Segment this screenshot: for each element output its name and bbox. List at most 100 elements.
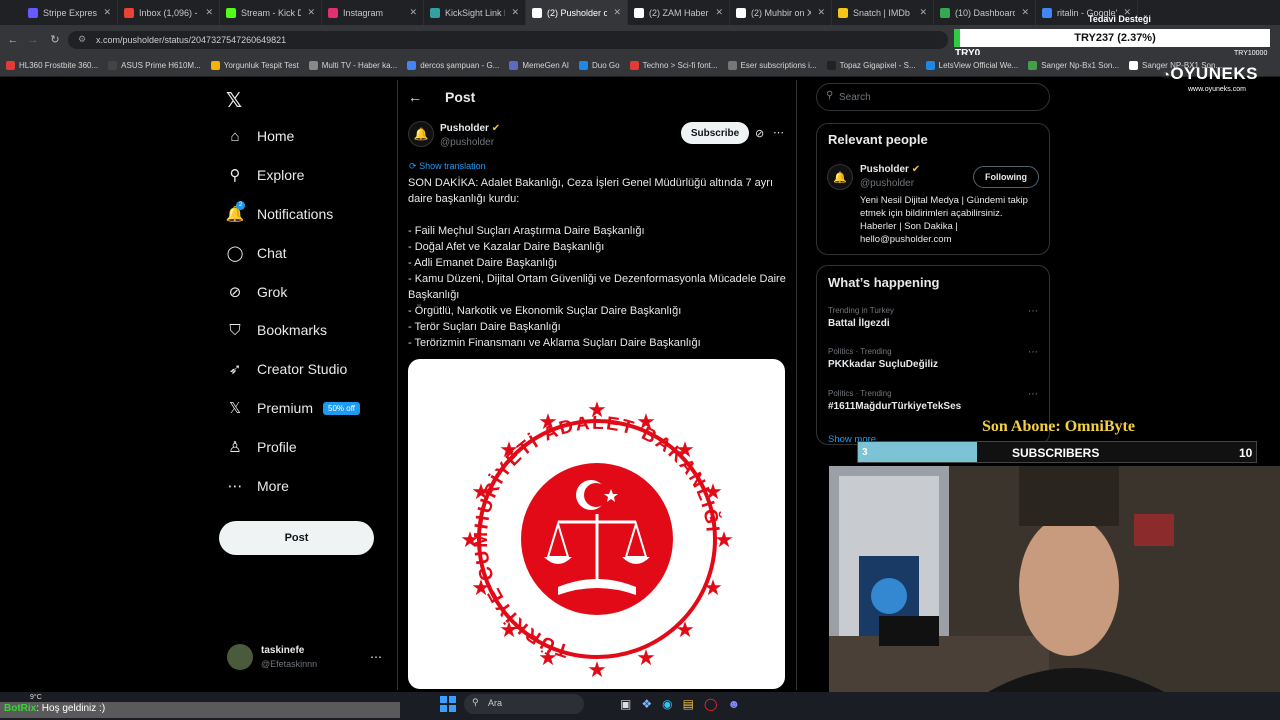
tab-close-icon[interactable]: ✕ [715,7,723,18]
browser-tab[interactable]: Instagram ✕ [322,0,424,25]
sidebar-item-grok[interactable]: ⊘ Grok [226,283,288,301]
trend-item[interactable]: Trending in Turkey Battal İlgezdi ⋯ [828,306,1040,329]
browser-tab[interactable]: Stripe Express ✕ [0,0,118,25]
forward-icon[interactable]: → [24,31,42,49]
copilot-icon[interactable]: ❖ [641,697,652,711]
bookmark-item[interactable]: Duo Go [579,61,620,70]
windows-start-icon[interactable] [440,696,456,712]
bookmark-label: Yorgunluk Tespit Test [223,61,299,70]
post-more-icon[interactable]: ⋯ [773,126,784,139]
bookmark-label: Eser subscriptions i... [740,61,817,70]
creator-studio-icon: ➶ [228,361,242,378]
sidebar-item-chat[interactable]: ◯ Chat [226,244,287,262]
opera-icon[interactable]: ◯ [704,697,717,711]
sidebar-item-label: Grok [257,284,288,300]
following-button[interactable]: Following [973,166,1039,188]
bookmark-label: Sanger Np-Bx1 Son... [1041,61,1120,70]
profile-icon: ♙ [228,439,242,456]
edge-icon[interactable]: ◉ [662,697,672,711]
bookmark-item[interactable]: MemeGen AI [509,61,569,70]
sidebar-item-label: Explore [257,167,305,183]
avatar[interactable] [227,644,253,670]
author-avatar[interactable]: 🔔 [408,121,434,147]
browser-tab[interactable]: (2) Muhbir on X: ✕ [730,0,832,25]
author-name[interactable]: Pusholder ✔ [440,123,500,134]
bookmark-favicon-icon [826,61,836,70]
bookmark-item[interactable]: LetsView Official We... [925,61,1018,70]
bookmark-label: Duo Go [592,61,620,70]
trend-item[interactable]: Politics · Trending PKKkadar SuçluDeğiliz… [828,347,1040,370]
bookmark-item[interactable]: Yorgunluk Tespit Test [210,61,299,70]
trend-name: #1611MağdurTürkiyeTekSes [828,401,962,412]
tab-close-icon[interactable]: ✕ [409,7,417,18]
back-icon[interactable]: ← [4,31,22,49]
taskbar-search[interactable]: ⚲ Ara [464,694,584,714]
bookmark-label: Topaz Gigapixel - S... [839,61,916,70]
browser-tab[interactable]: (2) ZAM Haber on X: ✕ [628,0,730,25]
reload-icon[interactable]: ↻ [46,31,64,49]
sidebar-item-profile[interactable]: ♙ Profile [226,438,296,456]
back-arrow-icon[interactable]: ← [408,89,422,105]
bookmark-item[interactable]: Eser subscriptions i... [727,61,817,70]
premium-discount-badge: 50% off [323,401,360,415]
task-view-icon[interactable]: ▣ [620,697,631,711]
tab-close-icon[interactable]: ✕ [103,7,111,18]
trend-more-icon[interactable]: ⋯ [1028,306,1038,317]
svg-text:★: ★ [587,658,607,683]
subscribe-button[interactable]: Subscribe [681,122,749,144]
trend-more-icon[interactable]: ⋯ [1028,389,1038,400]
browser-tab[interactable]: Inbox (1,096) - kickta ✕ [118,0,220,25]
browser-tab[interactable]: KickSight Link Detect ✕ [424,0,526,25]
bookmark-item[interactable]: Techno > Sci-fi font... [629,61,718,70]
tab-label: KickSight Link Detect [445,7,505,18]
explorer-icon[interactable]: ▤ [683,697,694,711]
person-name[interactable]: Pusholder ✔ [860,164,920,175]
browser-tab[interactable]: Snatch | IMDb ✕ [832,0,934,25]
sidebar-item-more[interactable]: ⋯ More [226,477,289,495]
bookmark-item[interactable]: Sanger Np-Bx1 Son... [1028,61,1119,70]
sidebar-item-notifications[interactable]: 🔔 2 Notifications [225,201,333,223]
sidebar-item-bookmarks[interactable]: ⛉ Bookmarks [226,321,327,339]
tab-close-icon[interactable]: ✕ [511,7,519,18]
discord-icon[interactable]: ☻ [727,697,740,711]
bookmark-item[interactable]: Topaz Gigapixel - S... [826,61,916,70]
tab-close-icon[interactable]: ✕ [205,7,213,18]
tab-close-icon[interactable]: ✕ [613,7,621,18]
show-translation-link[interactable]: ⟳ Show translation [409,161,486,172]
bookmark-item[interactable]: dercos şampuan - G... [407,61,499,70]
bookmark-item[interactable]: ASUS Prime H610M... [108,61,201,70]
person-avatar[interactable]: 🔔 [827,164,853,190]
sidebar-item-premium[interactable]: 𝕏 Premium 50% off [226,399,360,417]
account-more-icon[interactable]: ⋯ [370,650,382,664]
tab-close-icon[interactable]: ✕ [307,7,315,18]
trend-item[interactable]: Politics · Trending #1611MağdurTürkiyeTek… [828,389,1040,412]
sidebar-item-home[interactable]: ⌂ Home [226,127,294,145]
tab-favicon-icon [328,7,338,18]
browser-tab[interactable]: (10) Dashboard ✕ [934,0,1036,25]
notifications-icon: 🔔 2 [225,201,245,223]
bookmark-label: ASUS Prime H610M... [121,61,201,70]
grok-icon[interactable]: ⊘ [755,127,764,140]
sidebar-item-creator-studio[interactable]: ➶ Creator Studio [226,360,348,378]
url-text: x.com/pusholder/status/20473275472606498… [96,35,287,45]
search-input[interactable]: ⚲ Search [816,83,1050,111]
browser-tab[interactable]: Stream - Kick Dashbo ✕ [220,0,322,25]
tab-close-icon[interactable]: ✕ [817,7,825,18]
tab-close-icon[interactable]: ✕ [1021,7,1029,18]
post-image[interactable]: ★ ★ ★ ★ ★ ★ ★ ★ ★ ★ ★ ★ ★ ★ ★ ★ TÜRKİYE CUMHURİYET… [408,359,785,689]
sidebar-item-explore[interactable]: ⚲ Explore [226,166,305,184]
url-input[interactable]: ⚙ x.com/pusholder/status/204732754726064… [68,31,948,49]
trend-meta: Politics · Trending [828,389,892,398]
tab-favicon-icon [430,7,440,18]
bookmark-favicon-icon [1028,61,1038,70]
bookmark-item[interactable]: HL360 Frostbite 360... [6,61,98,70]
bookmark-item[interactable]: Multi TV - Haber ka... [308,61,397,70]
x-logo-icon[interactable]: 𝕏 [226,88,242,113]
browser-tab[interactable]: (2) Pusholder on X: "SON ✕ [526,0,628,25]
tab-close-icon[interactable]: ✕ [919,7,927,18]
site-info-icon[interactable]: ⚙ [78,34,86,45]
oyuneks-site: www.oyuneks.com [1188,86,1246,93]
post-button[interactable]: Post [219,521,374,555]
trend-more-icon[interactable]: ⋯ [1028,347,1038,358]
tab-favicon-icon [838,7,848,18]
